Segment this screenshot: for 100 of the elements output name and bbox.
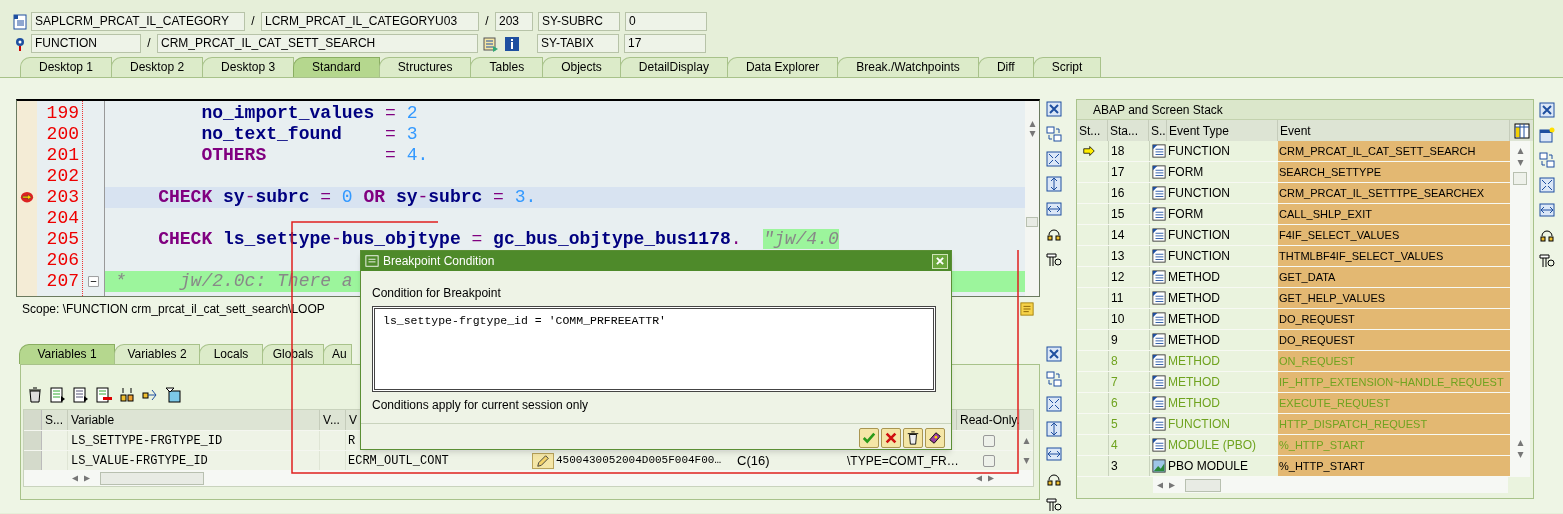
list-icon[interactable] — [50, 387, 66, 403]
checkbox[interactable] — [982, 454, 995, 467]
table-cell[interactable]: F4IF_SELECT_VALUES — [1278, 225, 1510, 245]
column-header[interactable]: St... — [1079, 121, 1101, 140]
table-cell[interactable]: GET_DATA — [1278, 267, 1510, 287]
tool-icon[interactable] — [1046, 251, 1062, 267]
column-header[interactable]: Variable — [71, 411, 115, 429]
scroll-up-icon[interactable] — [1515, 440, 1525, 446]
resize-horizontal-icon[interactable] — [1046, 201, 1062, 217]
column-header[interactable]: Event — [1280, 121, 1311, 140]
tab[interactable]: Script — [1032, 57, 1102, 77]
tab[interactable]: DetailDisplay — [619, 57, 728, 77]
edit-button[interactable] — [532, 452, 554, 469]
condition-field[interactable]: ls_settype-frgtype_id = 'COMM_PRFREEATTR' — [372, 306, 936, 392]
table-cell[interactable]: DO_REQUEST — [1278, 309, 1510, 329]
scroll-right-icon[interactable] — [1169, 480, 1175, 490]
scroll-down-icon[interactable] — [1515, 452, 1525, 458]
table-cell[interactable]: CALL_SHLP_EXIT — [1278, 204, 1510, 224]
tab[interactable]: Break./Watchpoints — [837, 57, 979, 77]
scroll-thumb[interactable] — [1513, 172, 1527, 185]
swap-icon[interactable] — [1046, 126, 1062, 142]
table-cell[interactable]: THTMLBF4IF_SELECT_VALUES — [1278, 246, 1510, 266]
column-header[interactable]: Event Type — [1169, 121, 1229, 140]
list-remove-icon[interactable] — [96, 387, 112, 403]
close-icon[interactable] — [1046, 101, 1062, 117]
headset-icon[interactable] — [1046, 226, 1062, 242]
checkbox[interactable] — [982, 434, 995, 447]
delete-button[interactable] — [903, 428, 923, 448]
cancel-button[interactable] — [881, 428, 901, 448]
table-cell-text: ECRM_OUTL_CONT — [348, 452, 449, 470]
scroll-up-icon[interactable] — [1022, 437, 1031, 444]
column-header[interactable]: V... — [323, 411, 340, 429]
collapse-icon[interactable] — [88, 276, 99, 287]
scroll-left-icon[interactable] — [72, 473, 78, 483]
tab[interactable]: Tables — [470, 57, 544, 77]
headset-icon[interactable] — [1539, 227, 1555, 243]
column-header[interactable]: V — [349, 411, 357, 429]
tab[interactable]: Objects — [542, 57, 621, 77]
tab[interactable]: Variables 2 — [114, 344, 200, 364]
tab[interactable]: Standard — [293, 57, 380, 77]
swap-icon[interactable] — [1539, 152, 1555, 168]
close-icon[interactable] — [1046, 346, 1062, 362]
tab[interactable]: Variables 1 — [19, 344, 115, 364]
scroll-right-icon[interactable] — [84, 473, 90, 483]
delete-icon[interactable] — [27, 387, 43, 403]
columns-icon[interactable] — [1513, 122, 1530, 139]
column-header[interactable]: Sta... — [1110, 121, 1138, 140]
expand-icon[interactable] — [1046, 396, 1062, 412]
list-icon[interactable] — [73, 387, 89, 403]
tab[interactable]: Structures — [378, 57, 472, 77]
close-icon[interactable] — [1539, 102, 1555, 118]
table-cell[interactable]: DO_REQUEST — [1278, 330, 1510, 350]
tab[interactable]: Data Explorer — [726, 57, 839, 77]
scroll-thumb[interactable] — [1026, 217, 1038, 227]
column-header[interactable]: S.. — [1151, 121, 1166, 140]
resize-vertical-icon[interactable] — [1046, 176, 1062, 192]
new-window-icon[interactable] — [1539, 127, 1555, 143]
table-cell[interactable]: %_HTTP_START — [1278, 456, 1510, 476]
tab[interactable]: Desktop 2 — [111, 57, 204, 77]
info-icon[interactable] — [504, 35, 520, 52]
resize-horizontal-icon[interactable] — [1046, 446, 1062, 462]
headset-icon[interactable] — [1046, 471, 1062, 487]
tab[interactable]: Au — [323, 344, 352, 364]
tab[interactable]: Diff — [977, 57, 1034, 77]
scroll-thumb[interactable] — [100, 471, 204, 485]
scroll-down-icon[interactable] — [1027, 131, 1037, 137]
program-icon — [1151, 396, 1166, 410]
note-icon[interactable] — [1020, 302, 1034, 316]
scroll-up-icon[interactable] — [1515, 148, 1525, 154]
table-cell[interactable]: CRM_PRCAT_IL_CAT_SETT_SEARCH — [1278, 141, 1510, 161]
table-cell[interactable]: SEARCH_SETTYPE — [1278, 162, 1510, 182]
table-cell[interactable]: GET_HELP_VALUES — [1278, 288, 1510, 308]
confirm-button[interactable] — [859, 428, 879, 448]
scroll-left-icon[interactable] — [976, 473, 982, 483]
table-cell-text: 4 — [1111, 437, 1118, 454]
expand-icon[interactable] — [1046, 151, 1062, 167]
resize-vertical-icon[interactable] — [1046, 421, 1062, 437]
scroll-up-icon[interactable] — [1027, 121, 1037, 127]
scroll-left-icon[interactable] — [1157, 480, 1163, 490]
scroll-down-icon[interactable] — [1022, 457, 1031, 464]
tool-icon[interactable] — [1046, 496, 1062, 512]
scroll-thumb[interactable] — [1185, 478, 1221, 492]
expand-icon[interactable] — [1539, 177, 1555, 193]
branch-icon[interactable] — [142, 387, 158, 403]
structure-icon[interactable] — [119, 387, 135, 403]
resize-horizontal-icon[interactable] — [1539, 202, 1555, 218]
tab[interactable]: Locals — [199, 344, 263, 364]
swap-icon[interactable] — [1046, 371, 1062, 387]
column-header[interactable]: S... — [45, 411, 63, 429]
scroll-right-icon[interactable] — [988, 473, 994, 483]
scroll-down-icon[interactable] — [1515, 160, 1525, 166]
close-button[interactable] — [932, 253, 948, 269]
tab[interactable]: Desktop 1 — [20, 57, 113, 77]
breakpoint-icon[interactable] — [19, 190, 35, 205]
help-button[interactable] — [925, 428, 945, 448]
filter-icon[interactable] — [165, 387, 181, 403]
table-cell[interactable]: CRM_PRCAT_IL_SETTTPE_SEARCHEX — [1278, 183, 1510, 203]
tab[interactable]: Desktop 3 — [202, 57, 295, 77]
tool-icon[interactable] — [1539, 252, 1555, 268]
line-field: 203 — [495, 12, 533, 31]
